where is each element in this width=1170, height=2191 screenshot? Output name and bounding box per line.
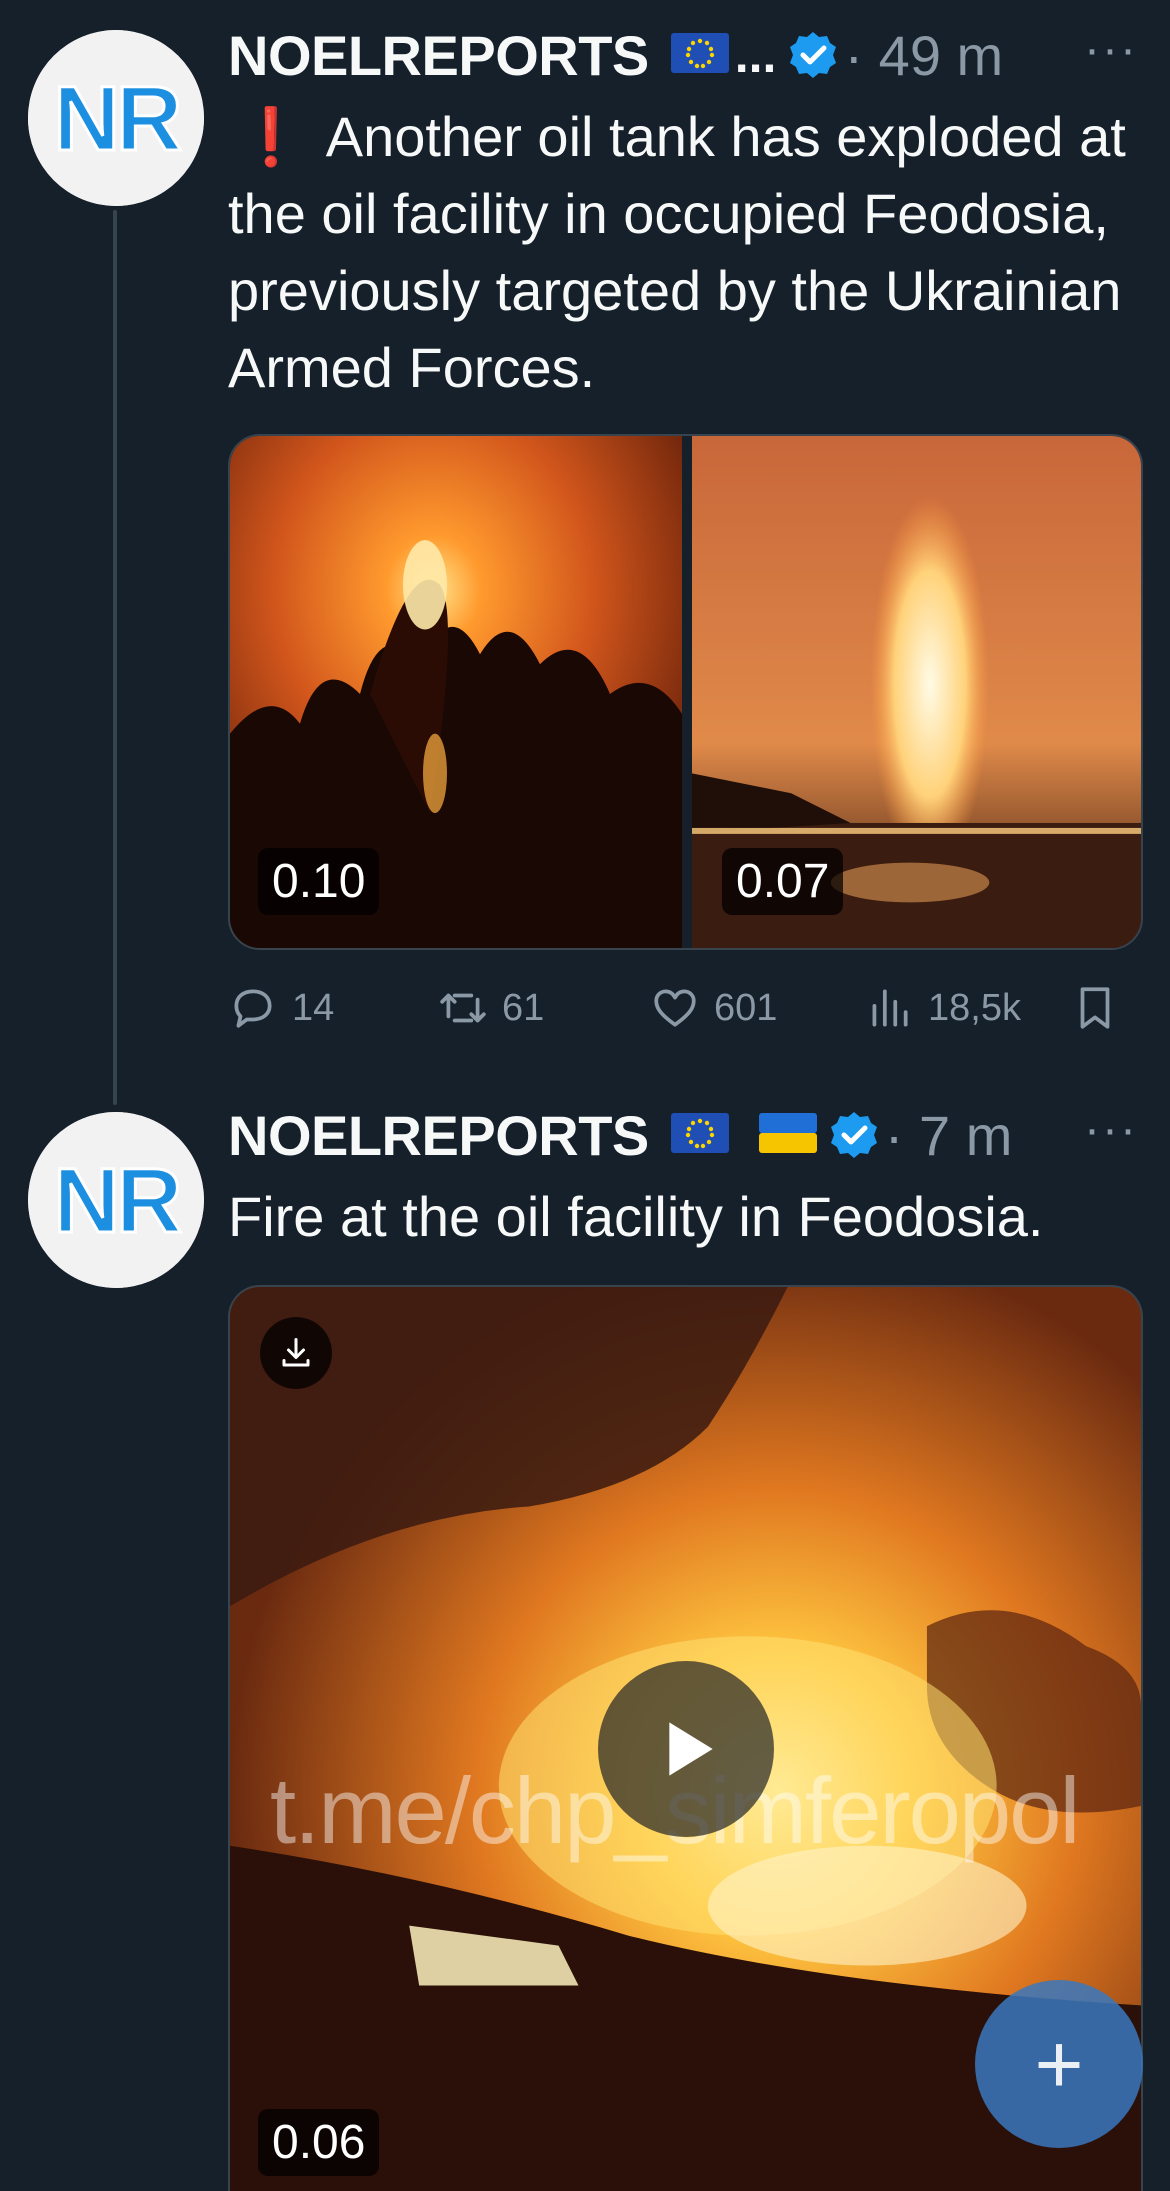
download-button[interactable] <box>260 1317 332 1389</box>
heart-icon <box>654 989 696 1027</box>
more-options-icon[interactable]: ··· <box>1084 1102 1138 1157</box>
more-options-icon[interactable]: ··· <box>1084 22 1138 77</box>
media-divider <box>682 436 692 948</box>
bookmark-button[interactable] <box>1070 978 1134 1038</box>
repost-button[interactable]: 61 <box>438 978 544 1038</box>
timestamp[interactable]: · 7 m <box>885 1103 1013 1168</box>
play-button[interactable] <box>598 1661 774 1837</box>
views-icon <box>872 989 908 1027</box>
author-name[interactable]: NOELREPORTS <box>228 23 649 88</box>
compose-plus-icon: + <box>1034 2017 1084 2111</box>
play-icon <box>669 1722 713 1776</box>
ukraine-flag-icon <box>758 1112 817 1158</box>
reply-button[interactable]: 14 <box>228 978 334 1038</box>
reply-count: 14 <box>292 986 335 1029</box>
media-grid: 0.10 0.07 <box>228 434 1143 950</box>
repost-icon <box>440 993 486 1023</box>
reply-icon <box>234 989 272 1028</box>
video-duration: 0.06 <box>258 2109 380 2176</box>
bookmark-icon <box>1080 987 1110 1029</box>
eu-flag-icon <box>670 32 729 78</box>
video-thumbnail[interactable]: 0.07 <box>692 436 1141 948</box>
tweet-header: NOELREPORTS ... · 49 m <box>228 20 1148 90</box>
timestamp-value: 49 m <box>878 23 1004 87</box>
video-duration: 0.07 <box>722 848 844 915</box>
eu-flag-icon <box>670 1112 729 1158</box>
tweet-text: Fire at the oil facility in Feodosia. <box>228 1185 1044 1248</box>
tweet-header: NOELREPORTS · 7 m <box>228 1100 1148 1170</box>
verified-badge-icon <box>788 30 838 80</box>
author-name[interactable]: NOELREPORTS <box>228 1103 649 1168</box>
video-duration: 0.10 <box>258 848 380 915</box>
tweet-body: ❗ Another oil tank has exploded at the oi… <box>228 98 1148 406</box>
author-avatar[interactable]: NR <box>28 30 204 206</box>
views-button[interactable]: 18,5k <box>864 978 1021 1038</box>
name-truncation: ... <box>734 27 777 83</box>
like-button[interactable]: 601 <box>650 978 777 1038</box>
timestamp-value: 7 m <box>918 1103 1013 1167</box>
avatar-text: NR <box>54 1150 181 1252</box>
verified-badge-icon <box>829 1110 879 1160</box>
tweet-action-bar: 14 61 601 18,5k <box>228 978 1118 1038</box>
author-avatar[interactable]: NR <box>28 1112 204 1288</box>
like-count: 601 <box>714 986 778 1029</box>
download-icon <box>282 1338 310 1367</box>
video-thumbnail[interactable]: 0.10 <box>230 436 682 948</box>
compose-button[interactable]: + <box>975 1980 1143 2148</box>
thread-connector-line <box>113 210 117 1105</box>
view-count: 18,5k <box>928 986 1021 1029</box>
timestamp[interactable]: · 49 m <box>844 23 1003 88</box>
avatar-text: NR <box>54 68 181 170</box>
tweet-text: Another oil tank has exploded at the oil… <box>228 105 1126 399</box>
repost-count: 61 <box>502 986 545 1029</box>
exclamation-icon: ❗ <box>236 105 306 168</box>
